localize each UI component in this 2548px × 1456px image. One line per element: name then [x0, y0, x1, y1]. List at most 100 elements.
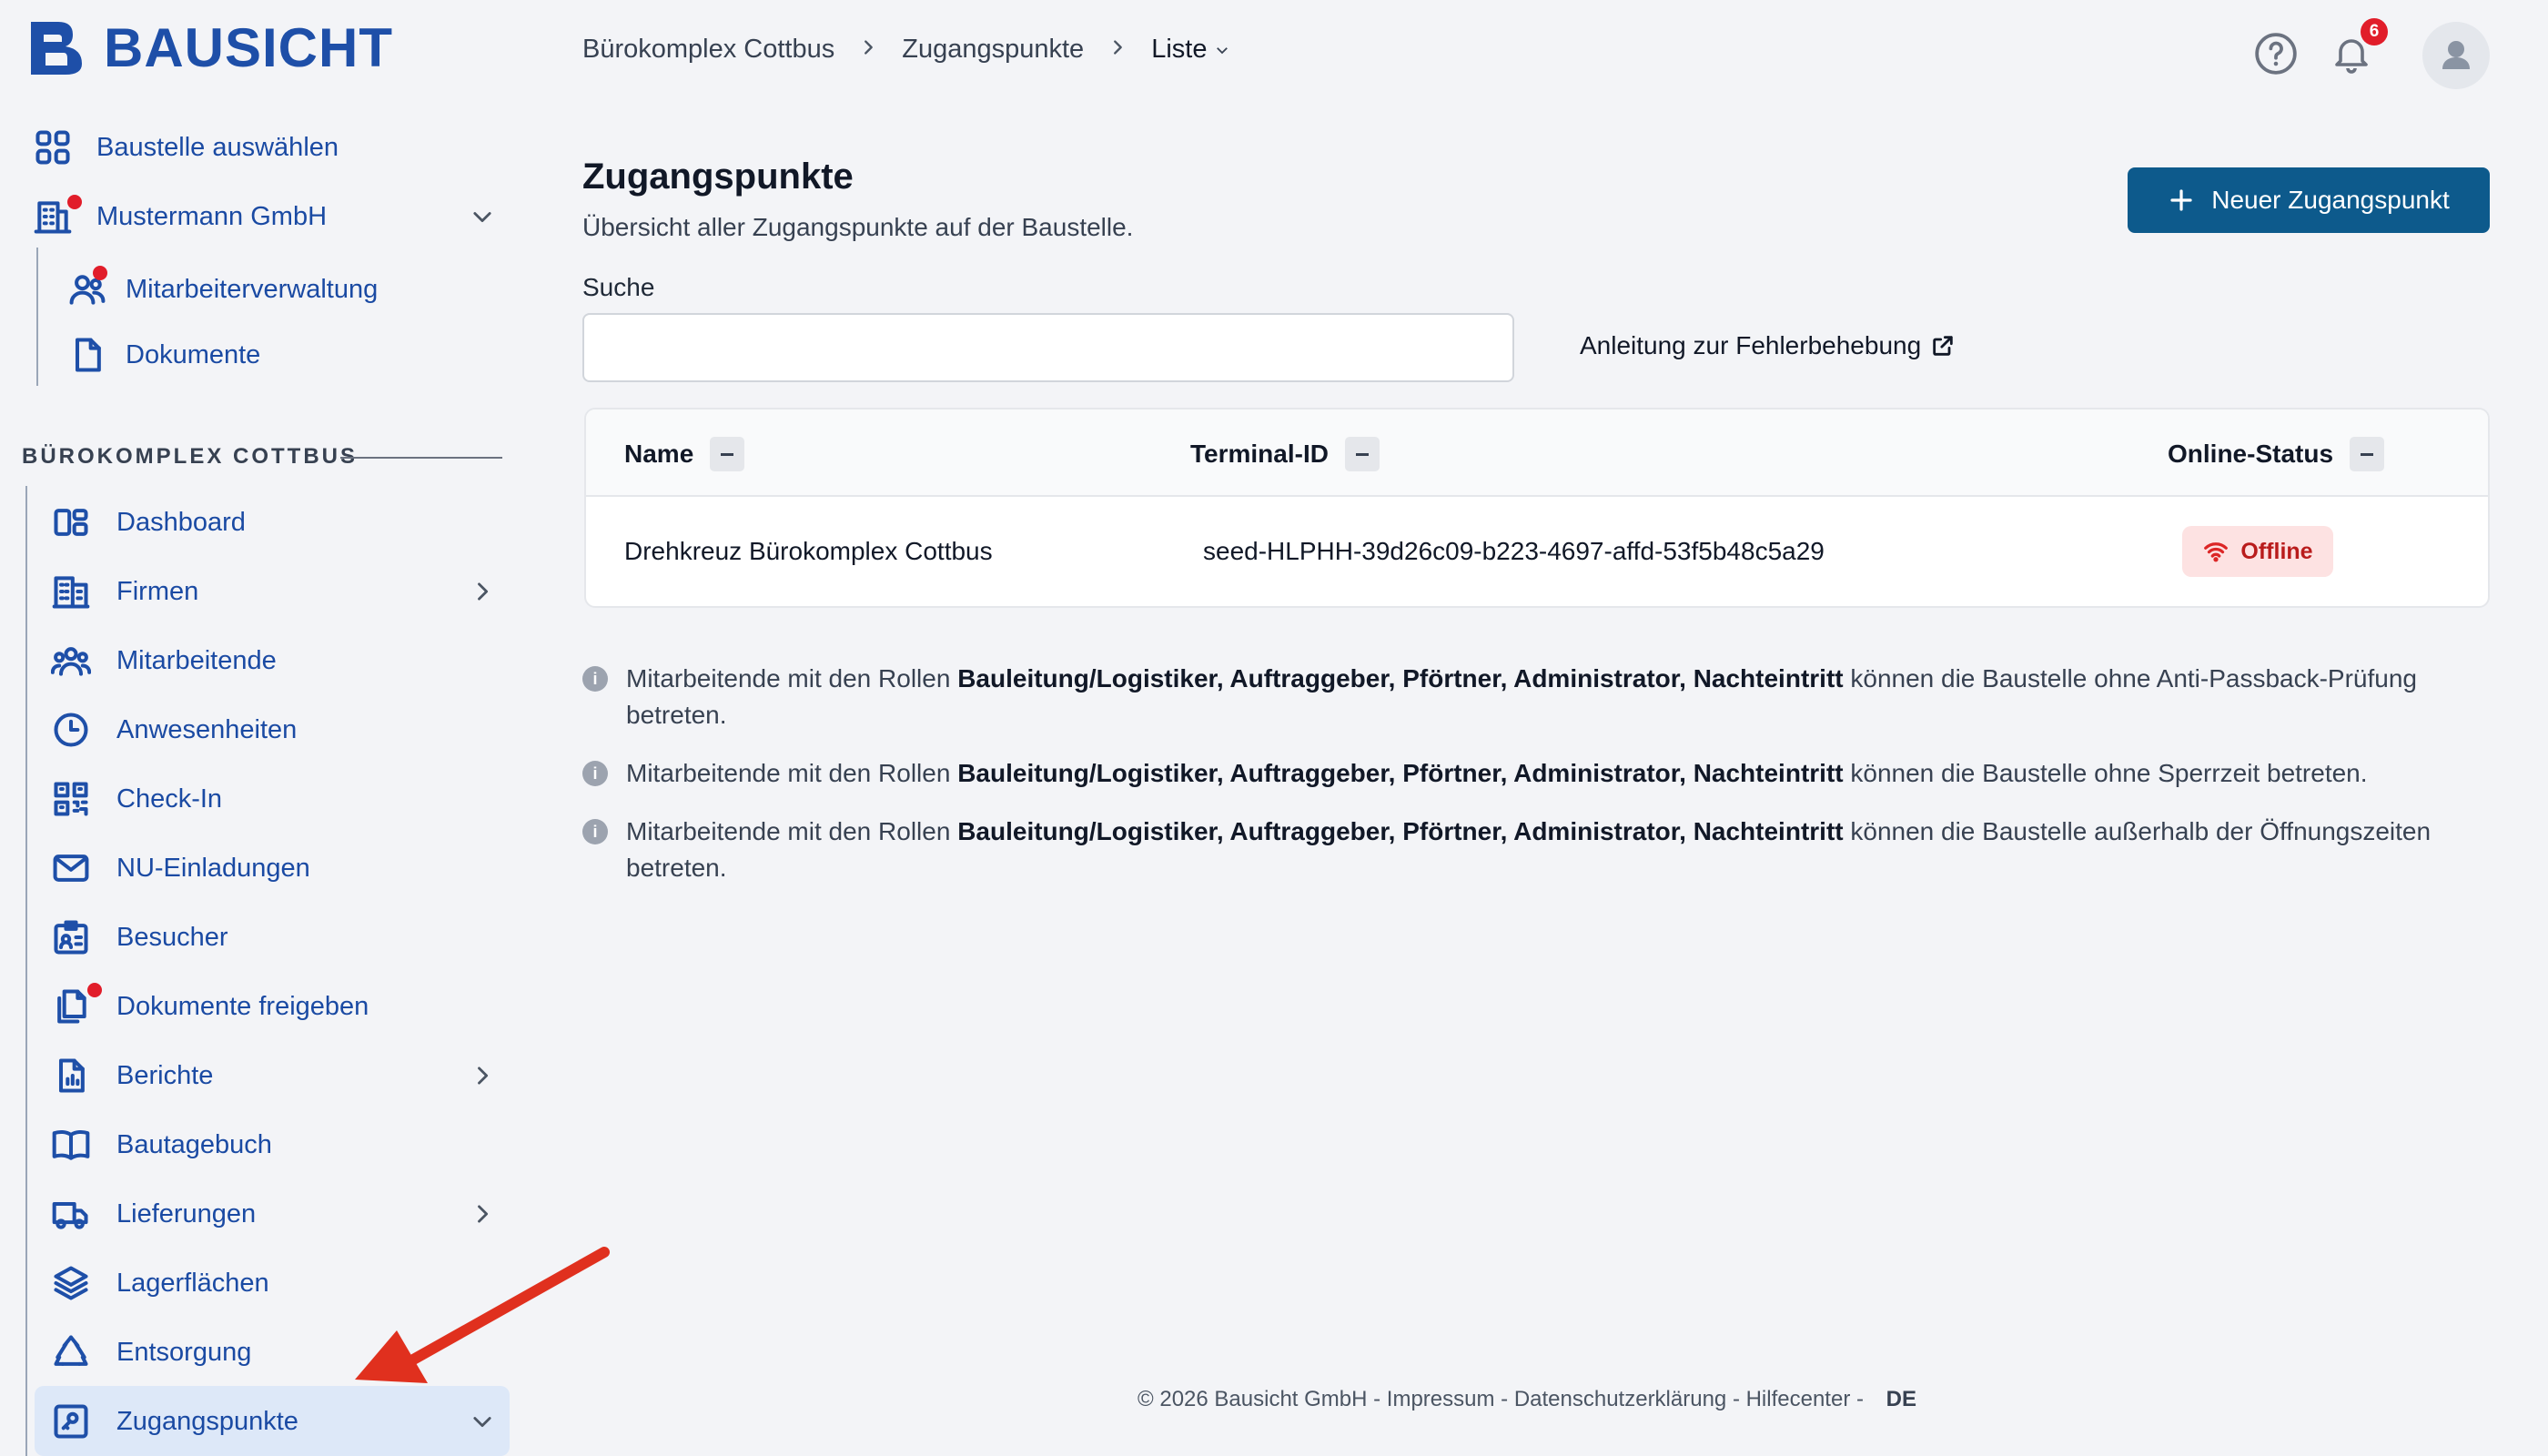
sidebar-item-label: Mitarbeitende: [116, 645, 277, 675]
company-label: Mustermann GmbH: [96, 201, 328, 231]
sidebar-item-reports[interactable]: Berichte: [49, 1043, 495, 1108]
info-suffix: können die Baustelle ohne Sperrzeit betr…: [1843, 759, 2368, 787]
table-header: Name Terminal-ID Online-Status: [586, 410, 2488, 497]
sidebar-item-label: Lieferungen: [116, 1198, 257, 1228]
sidebar-item-construction-diary[interactable]: Bautagebuch: [49, 1112, 272, 1178]
sidebar-item-label: Lagerflächen: [116, 1268, 269, 1298]
search-input[interactable]: [582, 313, 1514, 382]
info-note: i Mitarbeitende mit den Rollen Bauleitun…: [582, 755, 2493, 792]
breadcrumb-current-label: Liste: [1151, 35, 1208, 64]
minus-icon: [2361, 452, 2374, 456]
clock-icon: [49, 708, 93, 752]
sidebar-item-attendance[interactable]: Anwesenheiten: [49, 697, 297, 763]
sidebar-item-invitations[interactable]: NU-Einladungen: [49, 835, 310, 901]
chevron-right-icon: [858, 35, 878, 65]
sidebar-item-companies[interactable]: Firmen: [49, 559, 495, 624]
collapse-column-button[interactable]: [2350, 437, 2385, 471]
notification-dot: [87, 983, 102, 997]
notification-dot: [93, 266, 107, 280]
chevron-down-icon: [1217, 46, 1228, 54]
info-prefix: Mitarbeitende mit den Rollen: [626, 817, 958, 845]
sidebar-item-employees[interactable]: Mitarbeitende: [49, 628, 277, 693]
logo-text: BAUSICHT: [104, 16, 393, 78]
sidebar-item-share-documents[interactable]: Dokumente freigeben: [49, 974, 369, 1039]
sidebar-item-label: Dokumente: [126, 339, 261, 369]
sidebar-item-label: Mitarbeiterverwaltung: [126, 274, 379, 304]
divider: [340, 457, 502, 459]
sidebar-item-employee-management[interactable]: Mitarbeiterverwaltung: [66, 257, 378, 322]
qr-icon: [49, 777, 93, 821]
avatar[interactable]: [2422, 22, 2490, 89]
select-site-link[interactable]: Baustelle auswählen: [31, 115, 339, 180]
sidebar-item-label: Berichte: [116, 1060, 214, 1090]
info-roles: Bauleitung/Logistiker, Auftraggeber, Pfö…: [957, 759, 1844, 787]
breadcrumb-item-list[interactable]: Liste: [1151, 35, 1230, 65]
wifi-icon: [2204, 542, 2229, 562]
recycle-icon: [49, 1330, 93, 1374]
sidebar-item-check-in[interactable]: Check-In: [49, 766, 222, 832]
breadcrumb-item-site[interactable]: Bürokomplex Cottbus: [582, 35, 834, 65]
select-site-label: Baustelle auswählen: [96, 132, 339, 162]
info-text: Mitarbeitende mit den Rollen Bauleitung/…: [626, 755, 2368, 792]
logo[interactable]: BAUSICHT: [27, 16, 393, 78]
sidebar-item-label: Entsorgung: [116, 1337, 252, 1367]
column-header-online-status: Online-Status: [2168, 437, 2385, 471]
dashboard-icon: [49, 500, 93, 544]
status-badge: Offline: [2182, 526, 2333, 577]
sidebar-item-documents[interactable]: Dokumente: [66, 322, 260, 388]
sidebar-item-label: Bautagebuch: [116, 1129, 272, 1159]
new-access-point-label: Neuer Zugangspunkt: [2211, 186, 2450, 214]
company-selector[interactable]: Mustermann GmbH: [31, 184, 495, 249]
page-subtitle: Übersicht aller Zugangspunkte auf der Ba…: [582, 213, 1134, 241]
new-access-point-button[interactable]: Neuer Zugangspunkt: [2128, 167, 2490, 233]
column-label: Name: [624, 440, 694, 468]
sidebar-item-label: Besucher: [116, 922, 228, 952]
collapse-column-button[interactable]: [710, 437, 745, 471]
footer-links[interactable]: © 2026 Bausicht GmbH - Impressum - Daten…: [1138, 1387, 1864, 1411]
help-icon[interactable]: [2253, 31, 2299, 76]
document-icon: [66, 333, 109, 377]
sidebar-item-deliveries[interactable]: Lieferungen: [49, 1181, 495, 1247]
annotation-arrow: [355, 1247, 610, 1383]
column-label: Online-Status: [2168, 440, 2334, 468]
sidebar-item-storage-areas[interactable]: Lagerflächen: [49, 1250, 269, 1316]
book-icon: [49, 1123, 93, 1167]
breadcrumb: Bürokomplex Cottbus Zugangspunkte Liste: [582, 35, 1230, 65]
notification-badge: 6: [2361, 18, 2388, 46]
access-points-table: Name Terminal-ID Online-Status Drehkreuz…: [584, 408, 2490, 608]
cell-name: Drehkreuz Bürokomplex Cottbus: [624, 537, 993, 565]
info-roles: Bauleitung/Logistiker, Auftraggeber, Pfö…: [957, 817, 1844, 845]
office-building-icon: [31, 195, 82, 238]
sidebar-item-dashboard[interactable]: Dashboard: [49, 490, 246, 555]
sidebar-item-visitors[interactable]: Besucher: [49, 905, 228, 970]
chevron-right-icon[interactable]: [470, 579, 495, 604]
truck-icon: [49, 1192, 93, 1236]
info-prefix: Mitarbeitende mit den Rollen: [626, 664, 958, 693]
sidebar-item-label: NU-Einladungen: [116, 853, 310, 883]
column-header-name: Name: [624, 437, 745, 471]
troubleshooting-link[interactable]: Anleitung zur Fehlerbehebung: [1580, 331, 1956, 360]
sidebar-item-label: Dashboard: [116, 507, 246, 537]
minus-icon: [721, 452, 734, 456]
page-title: Zugangspunkte: [582, 157, 854, 197]
users-icon: [66, 266, 109, 311]
breadcrumb-item-access-points[interactable]: Zugangspunkte: [902, 35, 1084, 65]
sidebar-item-label: Anwesenheiten: [116, 714, 298, 744]
language-switcher[interactable]: DE: [1886, 1387, 1916, 1411]
collapse-column-button[interactable]: [1344, 437, 1380, 471]
chevron-down-icon[interactable]: [470, 204, 495, 229]
footer: © 2026 Bausicht GmbH - Impressum - Daten…: [0, 1387, 2548, 1412]
mail-icon: [49, 846, 93, 890]
external-link-icon: [1933, 336, 1953, 356]
info-prefix: Mitarbeitende mit den Rollen: [626, 759, 958, 787]
info-note: i Mitarbeitende mit den Rollen Bauleitun…: [582, 661, 2493, 733]
chevron-down-icon[interactable]: [470, 1409, 495, 1434]
info-icon: i: [582, 819, 608, 844]
status-label: Offline: [2240, 538, 2313, 564]
sidebar-item-disposal[interactable]: Entsorgung: [49, 1320, 251, 1385]
info-icon: i: [582, 761, 608, 786]
chevron-right-icon[interactable]: [470, 1201, 495, 1227]
user-icon: [2442, 41, 2470, 69]
chevron-right-icon[interactable]: [470, 1063, 495, 1088]
search-label: Suche: [582, 273, 655, 301]
